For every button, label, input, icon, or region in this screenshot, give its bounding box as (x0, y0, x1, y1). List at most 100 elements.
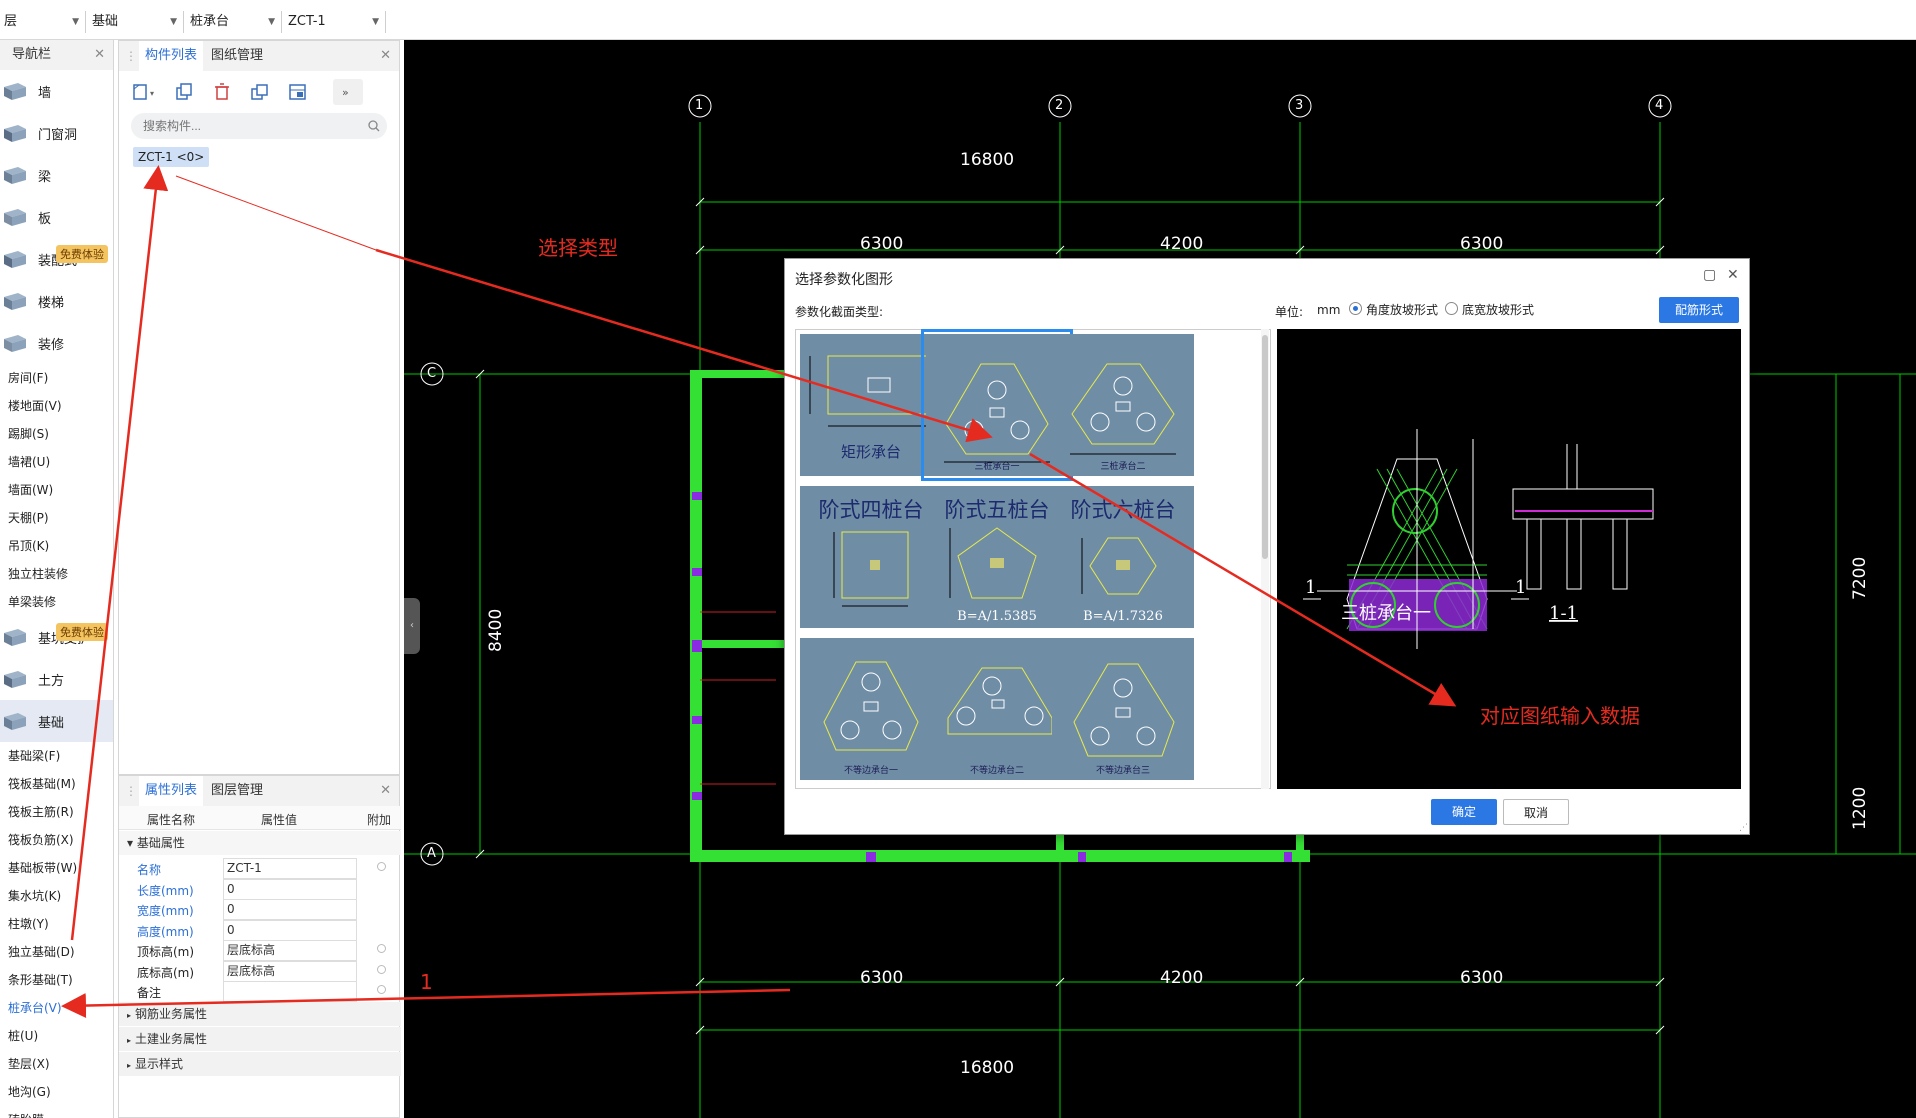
attribute-button[interactable] (283, 79, 313, 105)
nav-subitem[interactable]: 独立柱装修 (0, 560, 113, 588)
floor-select[interactable]: 层 ▼ (0, 11, 86, 33)
ok-button[interactable]: 确定 (1431, 799, 1497, 825)
nav-item-9[interactable]: 基础 (0, 700, 113, 742)
new-file-icon: ▾ (133, 84, 154, 100)
component-list-item[interactable]: ZCT-1 <0> (133, 147, 210, 167)
section-basic-properties[interactable]: ▾ 基础属性 (119, 831, 401, 855)
circle-icon[interactable] (377, 862, 386, 871)
nav-subitem[interactable]: 墙面(W) (0, 476, 113, 504)
nav-subitem[interactable]: 桩(U) (0, 1022, 113, 1050)
dimension-label: 6300 (860, 968, 904, 988)
duplicate-button[interactable] (245, 79, 275, 105)
nav-subitem[interactable]: 吊顶(K) (0, 532, 113, 560)
property-row[interactable]: 备注 (119, 979, 401, 1004)
close-icon[interactable]: ✕ (1727, 267, 1739, 283)
property-name: 宽度(mm) (137, 904, 194, 918)
collapse-icon: ▾ (127, 836, 134, 850)
close-icon[interactable]: ✕ (380, 48, 391, 63)
circle-icon[interactable] (377, 944, 386, 953)
nav-item-3[interactable]: 板 (0, 196, 113, 238)
new-component-button[interactable]: ▾ (129, 79, 159, 105)
nav-item-7[interactable]: 基坑支护免费体验 (0, 616, 113, 658)
nav-subitem[interactable]: 筏板基础(M) (0, 770, 113, 798)
nav-subitem[interactable]: 集水坑(K) (0, 882, 113, 910)
nav-item-8[interactable]: 土方 (0, 658, 113, 700)
nav-subitem[interactable]: 楼地面(V) (0, 392, 113, 420)
section-collapsed[interactable]: ▸ 显示样式 (119, 1052, 401, 1076)
nav-subitem[interactable]: 筏板主筋(R) (0, 798, 113, 826)
nav-subitem[interactable]: 垫层(X) (0, 1050, 113, 1078)
delete-button[interactable] (207, 79, 237, 105)
nav-subitem[interactable]: 基础梁(F) (0, 742, 113, 770)
copy-button[interactable] (169, 79, 199, 105)
shape-diagram (1073, 663, 1175, 757)
nav-item-6[interactable]: 装修 (0, 322, 113, 364)
unit-value: mm (1317, 303, 1341, 317)
nav-subitem[interactable]: 桩承台(V) (0, 994, 113, 1022)
nav-item-2[interactable]: 梁 (0, 154, 113, 196)
category-select[interactable]: 基础 ▼ (88, 11, 184, 33)
property-value-field[interactable] (223, 981, 357, 1002)
tab-property-list[interactable]: 属性列表 (139, 776, 203, 806)
close-icon[interactable]: ✕ (94, 40, 105, 70)
tab-layer-management[interactable]: 图层管理 (211, 776, 275, 806)
nav-subitem[interactable]: 单梁装修 (0, 588, 113, 616)
cancel-button[interactable]: 取消 (1503, 799, 1569, 825)
tab-drawing-management[interactable]: 图纸管理 (211, 41, 275, 71)
nav-subitem[interactable]: 独立基础(D) (0, 938, 113, 966)
nav-subitem[interactable]: 条形基础(T) (0, 966, 113, 994)
nav-subitem[interactable]: 筏板负筋(X) (0, 826, 113, 854)
component-search-input[interactable] (131, 113, 387, 139)
copy-icon (176, 83, 192, 100)
nav-subitem[interactable]: 基础板带(W) (0, 854, 113, 882)
shape-thumbnail[interactable]: 不等边承台二 (926, 638, 1068, 780)
scrollbar-thumb[interactable] (1262, 335, 1268, 559)
nav-subitem[interactable]: 地沟(G) (0, 1078, 113, 1106)
close-icon[interactable]: ✕ (380, 783, 391, 798)
trash-icon (215, 83, 229, 100)
nav-subitem[interactable]: 柱墩(Y) (0, 910, 113, 938)
radio-angle-slope[interactable]: 角度放坡形式 (1349, 301, 1438, 318)
shape-thumbnail[interactable]: 阶式五桩台 B=A/1.5385 (926, 486, 1068, 628)
nav-subitem[interactable]: 房间(F) (0, 364, 113, 392)
nav-header: 导航栏 ✕ (0, 40, 113, 70)
shape-thumbnail[interactable]: 三桩承台二 (1052, 334, 1194, 476)
circle-icon[interactable] (377, 985, 386, 994)
free-trial-badge: 免费体验 (56, 623, 108, 641)
dimension-label: 3 (1295, 98, 1304, 113)
col-extra-header: 附加 (367, 813, 392, 827)
tab-component-list[interactable]: 构件列表 (139, 41, 203, 71)
nav-item-5[interactable]: 楼梯 (0, 280, 113, 322)
rebar-form-button[interactable]: 配筋形式 (1659, 297, 1739, 323)
component-select[interactable]: ZCT-1 ▼ (284, 11, 386, 33)
resize-grip-icon[interactable]: ⋰ (1739, 823, 1748, 833)
type-select[interactable]: 桩承台 ▼ (186, 11, 282, 33)
shape-thumbnail[interactable]: 不等边承台三 (1052, 638, 1194, 780)
shape-thumbnail[interactable]: 三桩承台一 (921, 329, 1073, 481)
section-collapsed[interactable]: ▸ 土建业务属性 (119, 1027, 401, 1051)
shape-thumbnail[interactable]: 阶式六桩台 B=A/1.7326 (1052, 486, 1194, 628)
shape-thumbnail[interactable]: 矩形承台 (800, 334, 942, 476)
shape-thumbnail[interactable]: 阶式四桩台 (800, 486, 942, 628)
dimension-label: 16800 (960, 150, 1015, 170)
circle-icon[interactable] (377, 964, 386, 974)
search-icon[interactable] (367, 119, 381, 133)
thumbnail-caption: 三桩承台二 (1100, 462, 1146, 472)
maximize-icon[interactable]: ▢ (1703, 267, 1716, 283)
nav-item-0[interactable]: 墙 (0, 70, 113, 112)
property-name: 顶标高(m) (137, 945, 195, 959)
nav-item-1[interactable]: 门窗洞 (0, 112, 113, 154)
nav-subitem[interactable]: 踢脚(S) (0, 420, 113, 448)
annotation-step-one: 1 (420, 970, 433, 994)
section-collapsed[interactable]: ▸ 钢筋业务属性 (119, 1002, 401, 1026)
radio-width-slope[interactable]: 底宽放坡形式 (1445, 301, 1534, 318)
nav-item-4[interactable]: 装配式免费体验 (0, 238, 113, 280)
gallery-scrollbar[interactable] (1261, 329, 1269, 789)
collapse-panel-handle[interactable]: ‹ (404, 598, 420, 654)
nav-subitem[interactable]: 墙裙(U) (0, 448, 113, 476)
radio-angle-label: 角度放坡形式 (1366, 303, 1439, 317)
more-button[interactable]: » (333, 79, 363, 105)
shape-thumbnail[interactable]: 不等边承台一 (800, 638, 942, 780)
nav-subitem[interactable]: 天棚(P) (0, 504, 113, 532)
nav-subitem[interactable]: 砖胎膜 (0, 1106, 113, 1118)
